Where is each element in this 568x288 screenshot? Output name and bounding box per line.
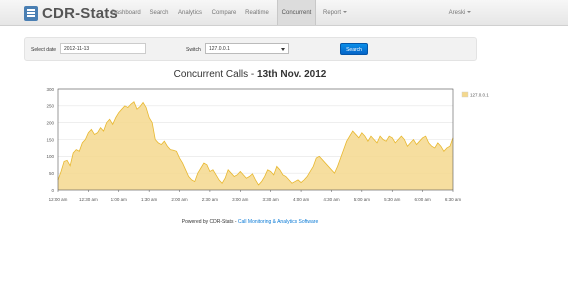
y-tick-label: 300 (46, 87, 54, 92)
nav-report-dropdown[interactable]: Report (320, 0, 350, 25)
date-input[interactable]: 2012-11-13 (60, 43, 146, 54)
chart-title-prefix: Concurrent Calls - (173, 69, 258, 80)
y-tick-label: 50 (49, 171, 55, 176)
x-tick-label: 2:00 am (171, 197, 188, 202)
legend-label: 127.0.0.1 (470, 93, 489, 98)
brand-name: CDR-Stats (42, 4, 118, 22)
chevron-down-icon (467, 11, 472, 14)
x-tick-label: 12:30 am (79, 197, 98, 202)
footer-text: Powered by CDR-Stats - (181, 219, 238, 225)
dropdown-arrow-icon (281, 48, 285, 51)
chart-title: Concurrent Calls - 13th Nov. 2012 (0, 69, 500, 80)
switch-label: Switch (186, 47, 201, 53)
nav-search[interactable]: Search (147, 0, 171, 25)
y-tick-label: 250 (46, 104, 54, 109)
legend-swatch (461, 91, 469, 98)
y-tick-label: 150 (46, 137, 54, 142)
top-navbar: CDR-Stats Dashboard Search Analytics Com… (0, 0, 568, 26)
nav-realtime[interactable]: Realtime (243, 0, 271, 25)
nav-analytics[interactable]: Analytics (176, 0, 204, 25)
x-tick-label: 4:00 am (293, 197, 310, 202)
nav-concurrent[interactable]: Concurrent (277, 0, 316, 25)
search-button[interactable]: Search (340, 43, 368, 55)
x-tick-label: 3:30 am (263, 197, 280, 202)
y-tick-label: 200 (46, 120, 54, 125)
chart-title-date: 13th Nov. 2012 (257, 69, 327, 80)
concurrent-calls-chart: 0 50 100 150 200 250 300 12:00 am 12:30 am 1:00 a… (46, 87, 489, 202)
switch-selected-value: 127.0.0.1 (209, 46, 230, 52)
footer-link[interactable]: Call Monitoring & Analytics Software (238, 219, 318, 225)
chevron-down-icon (343, 11, 347, 14)
x-tick-label: 4:30 am (323, 197, 340, 202)
x-tick-label: 5:00 am (354, 197, 371, 202)
x-tick-label: 12:00 am (49, 197, 68, 202)
nav-compare[interactable]: Compare (210, 0, 238, 25)
filter-bar: Select date 2012-11-13 Switch 127.0.0.1 … (24, 37, 477, 61)
app-logo-icon (24, 5, 38, 21)
nav-dashboard[interactable]: Dashboard (109, 0, 143, 25)
user-name: Areski (448, 10, 466, 16)
user-menu[interactable]: Areski (445, 0, 475, 25)
y-tick-label: 100 (46, 154, 54, 159)
x-tick-label: 6:30 am (445, 197, 462, 202)
x-tick-label: 6:00 am (414, 197, 431, 202)
date-label: Select date (31, 47, 57, 53)
x-tick-label: 1:00 am (111, 197, 128, 202)
switch-select[interactable]: 127.0.0.1 (205, 43, 289, 54)
x-tick-label: 2:30 am (202, 197, 219, 202)
nav-report-label: Report (322, 10, 341, 16)
y-tick-label: 0 (51, 188, 54, 193)
brand[interactable]: CDR-Stats (24, 4, 118, 22)
x-tick-label: 3:00 am (232, 197, 249, 202)
x-tick-label: 1:30 am (141, 197, 158, 202)
footer: Powered by CDR-Stats - Call Monitoring &… (0, 219, 500, 225)
x-tick-label: 5:30 am (384, 197, 401, 202)
